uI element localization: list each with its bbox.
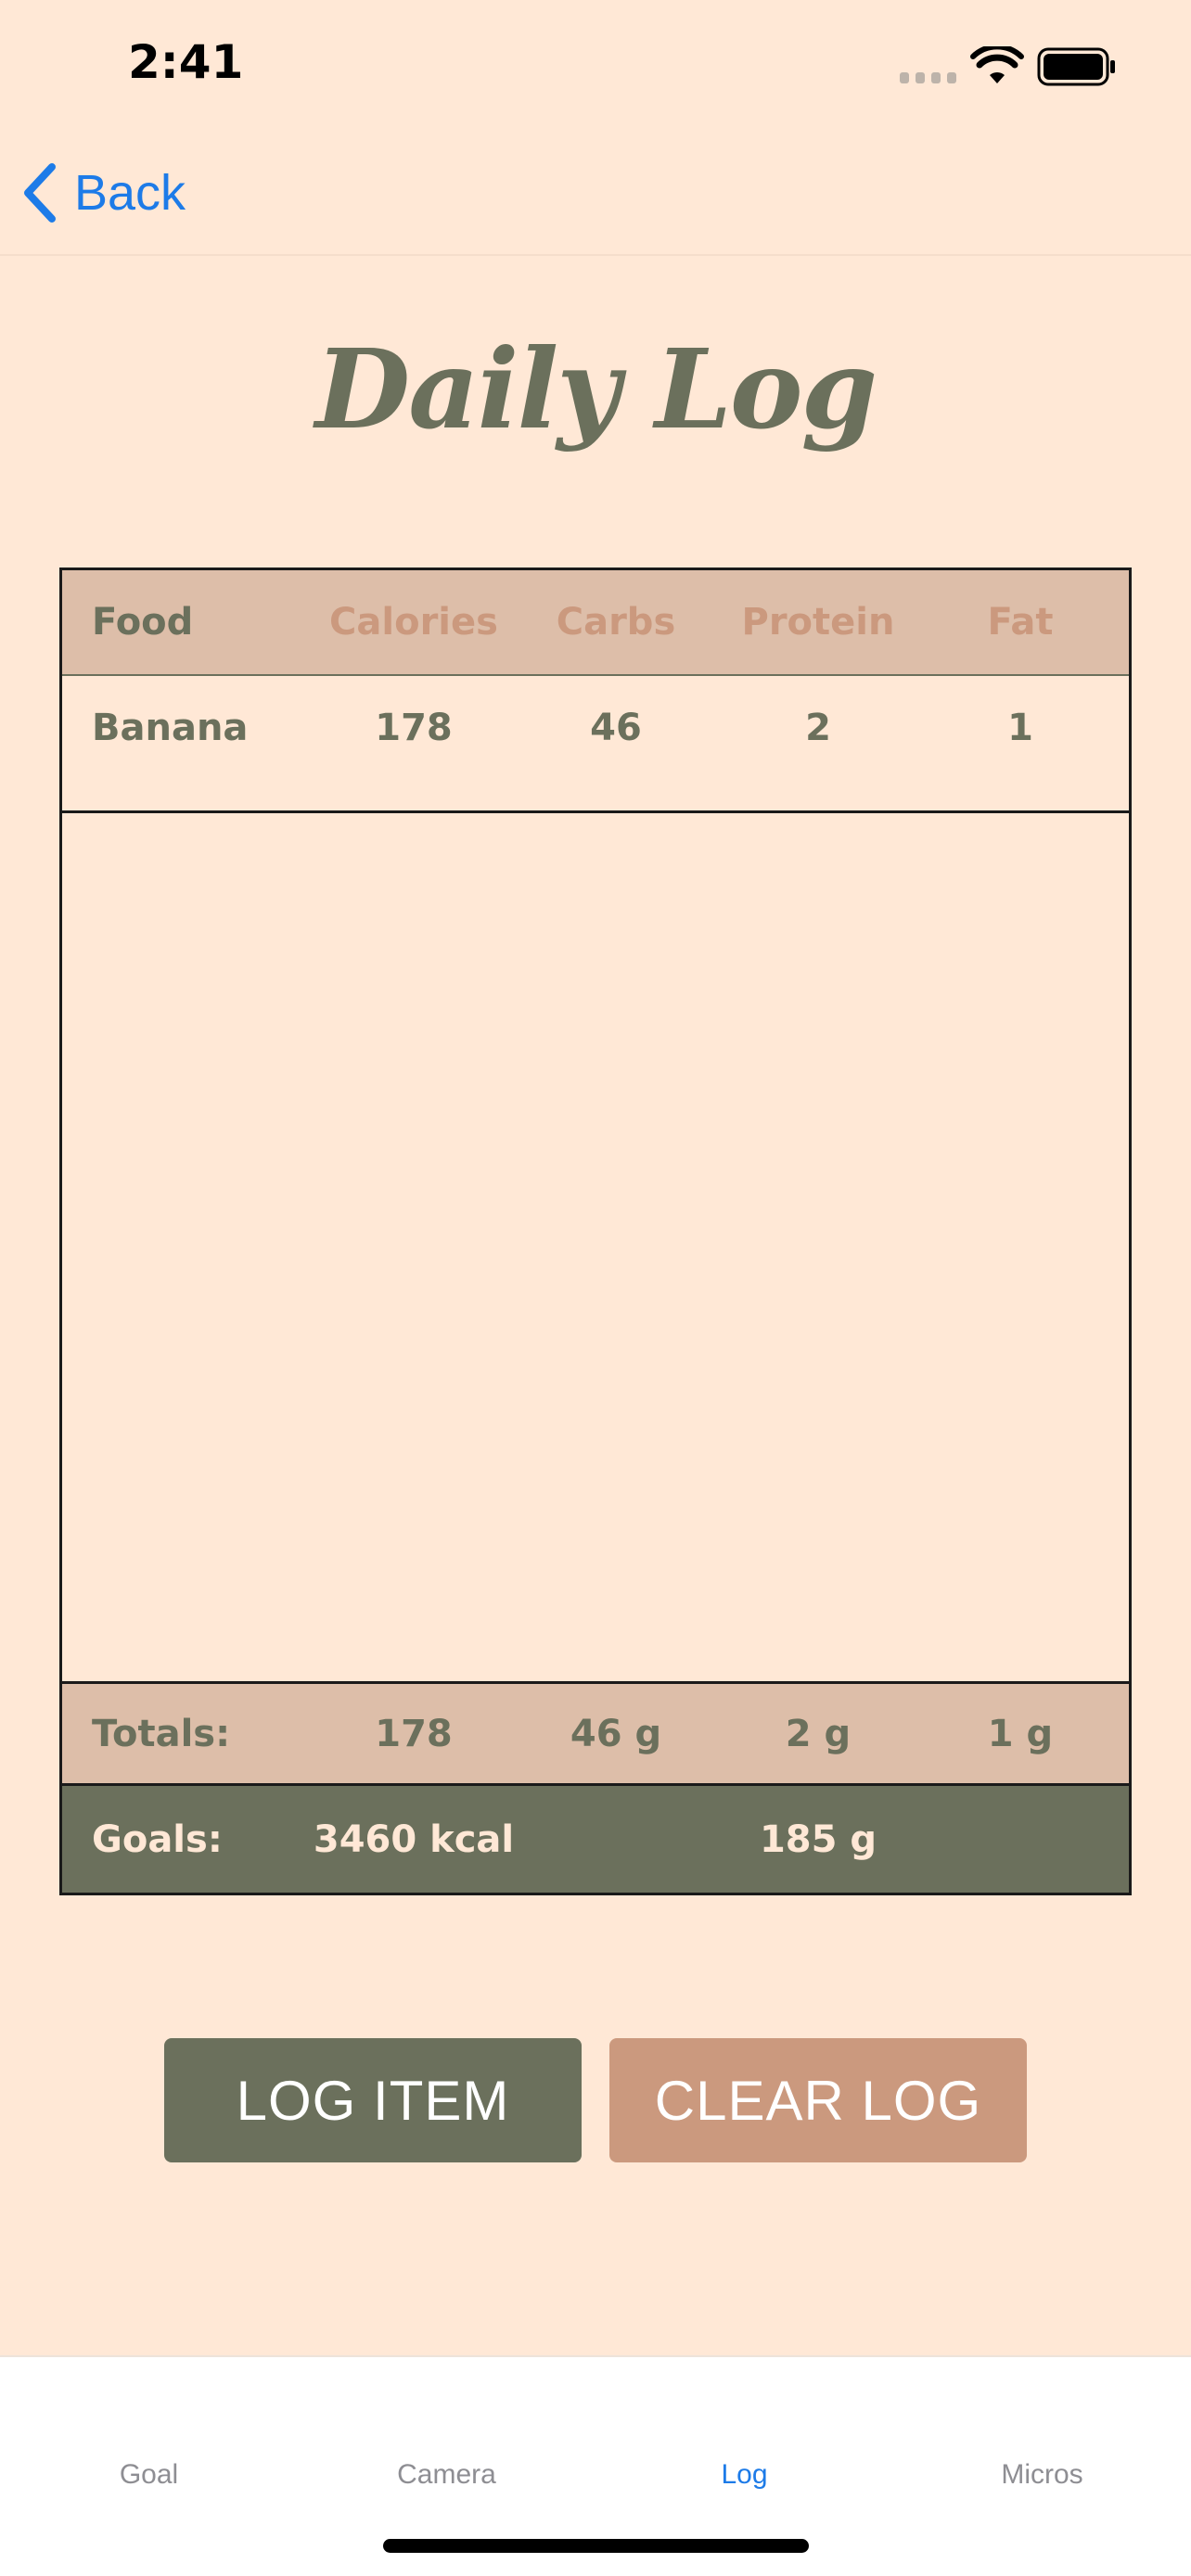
log-table: Food Calories Carbs Protein Fat Banana 1… <box>59 567 1132 1895</box>
table-row[interactable]: Banana 178 46 2 1 <box>62 676 1129 813</box>
fat-cell: 1 <box>1007 707 1033 749</box>
totals-label: Totals: <box>92 1712 231 1755</box>
tab-goal[interactable]: Goal <box>0 2459 298 2491</box>
table-header-row: Food Calories Carbs Protein Fat <box>62 570 1129 676</box>
calories-cell: 178 <box>375 707 453 749</box>
clear-log-button[interactable]: CLEAR LOG <box>609 2038 1027 2162</box>
log-item-button[interactable]: LOG ITEM <box>164 2038 582 2162</box>
tab-micros[interactable]: Micros <box>893 2459 1191 2491</box>
goal-protein: 185 g <box>759 1817 877 1861</box>
protein-cell: 2 <box>805 707 831 749</box>
page-title: Daily Log <box>314 325 877 453</box>
wifi-icon <box>970 46 1024 83</box>
goals-label: Goals: <box>92 1817 223 1861</box>
column-header-calories: Calories <box>329 601 498 644</box>
total-fat: 1 g <box>987 1712 1054 1755</box>
food-name-cell: Banana <box>92 707 249 749</box>
status-time: 2:41 <box>128 35 244 89</box>
column-header-fat: Fat <box>987 601 1054 644</box>
home-indicator[interactable] <box>383 2539 809 2553</box>
total-protein: 2 g <box>785 1712 852 1755</box>
back-button[interactable]: Back <box>20 159 186 226</box>
tab-camera[interactable]: Camera <box>298 2459 596 2491</box>
total-carbs: 46 g <box>570 1712 662 1755</box>
back-label: Back <box>74 165 186 221</box>
navigation-bar: Back <box>0 139 1191 256</box>
column-header-carbs: Carbs <box>556 601 676 644</box>
carbs-cell: 46 <box>590 707 642 749</box>
goals-row: Goals: 3460 kcal 185 g <box>62 1786 1129 1893</box>
tab-log[interactable]: Log <box>596 2459 893 2491</box>
battery-icon <box>1037 47 1115 86</box>
totals-row: Totals: 178 46 g 2 g 1 g <box>62 1681 1129 1786</box>
cellular-signal-icon <box>900 72 957 85</box>
chevron-left-icon <box>24 163 56 223</box>
column-header-food: Food <box>92 601 194 644</box>
goal-calories: 3460 kcal <box>313 1817 515 1861</box>
status-bar: 2:41 <box>0 0 1191 139</box>
column-header-protein: Protein <box>741 601 895 644</box>
total-calories: 178 <box>375 1712 453 1755</box>
